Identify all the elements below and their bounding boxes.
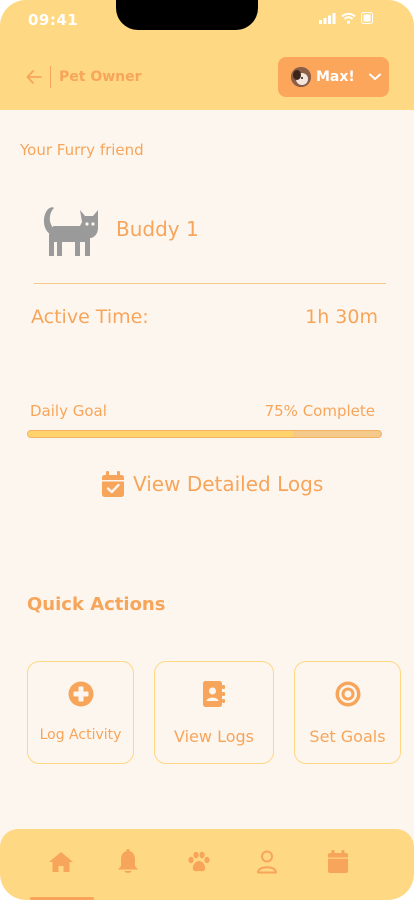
user-icon: [257, 850, 277, 874]
log-activity-button[interactable]: Log Activity: [27, 661, 134, 764]
status-time: 09:41: [28, 11, 79, 29]
pet-section-label: Your Furry friend: [20, 141, 144, 159]
nav-home[interactable]: [48, 849, 74, 875]
avatar: [291, 67, 311, 87]
calendar-check-icon: [102, 471, 124, 497]
cat-icon: [43, 207, 98, 256]
status-icons: [319, 12, 374, 24]
header-divider: [50, 66, 51, 88]
daily-goal-progress-fill: [28, 431, 293, 437]
active-time-label: Active Time:: [31, 306, 149, 328]
paw-icon: [188, 851, 210, 872]
view-logs-label: View Logs: [174, 727, 254, 746]
nav-notifications[interactable]: [115, 849, 141, 875]
view-detailed-logs-link[interactable]: View Detailed Logs: [102, 471, 323, 497]
chevron-down-icon: [368, 73, 381, 80]
home-icon: [49, 852, 73, 872]
daily-goal-label: Daily Goal: [30, 402, 107, 420]
bell-icon: [118, 849, 138, 873]
pet-name: Buddy 1: [116, 217, 199, 241]
back-nav[interactable]: Pet Owner: [26, 66, 142, 88]
signal-icon: [319, 12, 336, 24]
role-label: Pet Owner: [59, 69, 142, 85]
address-book-icon: [203, 681, 225, 707]
set-goals-label: Set Goals: [309, 727, 386, 746]
target-icon: [335, 681, 360, 707]
section-divider: [34, 283, 386, 284]
pet-card[interactable]: Buddy 1: [40, 200, 199, 258]
back-arrow-icon[interactable]: [26, 70, 42, 84]
plus-circle-icon: [68, 681, 93, 707]
set-goals-button[interactable]: Set Goals: [294, 661, 401, 764]
quick-actions-title: Quick Actions: [27, 594, 166, 615]
user-menu-button[interactable]: Max!: [278, 57, 389, 97]
device-notch: [116, 0, 258, 30]
nav-pets[interactable]: [186, 849, 212, 875]
wifi-icon: [341, 12, 356, 24]
nav-profile[interactable]: [254, 849, 280, 875]
calendar-icon: [328, 850, 348, 873]
user-name: Max!: [316, 69, 355, 85]
active-time-value: 1h 30m: [305, 306, 378, 328]
daily-goal-status: 75% Complete: [264, 402, 375, 420]
daily-goal-progress-bar: [27, 430, 382, 438]
view-logs-button[interactable]: View Logs: [154, 661, 274, 764]
view-detailed-logs-label: View Detailed Logs: [133, 472, 324, 496]
phone-screen: 09:41 Pet Owner Max! Your Furry friend B…: [0, 0, 414, 900]
battery-icon: [361, 12, 373, 24]
bottom-nav: [0, 829, 414, 900]
header-bar: 09:41 Pet Owner Max!: [0, 0, 414, 110]
log-activity-label: Log Activity: [39, 727, 122, 743]
nav-calendar[interactable]: [325, 849, 351, 875]
